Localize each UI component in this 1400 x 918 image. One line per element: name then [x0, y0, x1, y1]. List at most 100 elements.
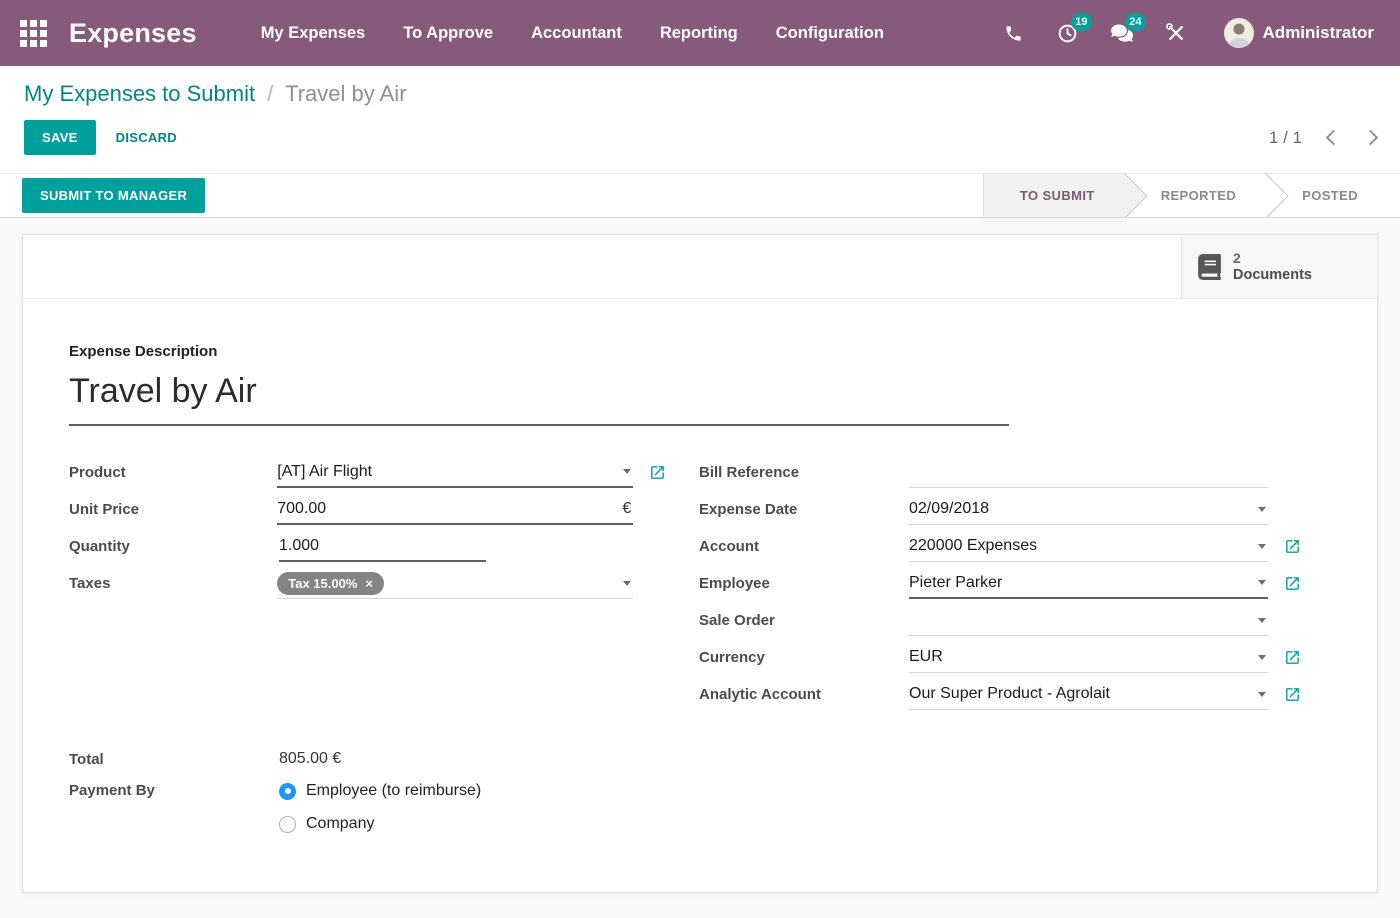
- sale-order-label: Sale Order: [699, 612, 909, 629]
- currency-input[interactable]: EUR: [909, 642, 1268, 673]
- main-content: 2 Documents Expense Description Travel b…: [0, 218, 1400, 893]
- analytic-account-label: Analytic Account: [699, 686, 909, 703]
- bill-reference-label: Bill Reference: [699, 464, 909, 481]
- chevron-down-icon[interactable]: [1258, 655, 1266, 660]
- field-product: Product [AT] Air Flight: [69, 454, 666, 491]
- payment-by-label: Payment By: [69, 775, 279, 799]
- main-nav: My Expenses To Approve Accountant Report…: [261, 24, 884, 43]
- apps-menu-icon[interactable]: [20, 20, 47, 47]
- unit-price-label: Unit Price: [69, 501, 277, 518]
- radio-option-company[interactable]: Company: [279, 808, 481, 840]
- totals-group: Total 805.00 € Payment By Employee (to r…: [69, 743, 1331, 840]
- currency-suffix: €: [622, 500, 631, 518]
- field-unit-price: Unit Price 700.00 €: [69, 491, 666, 528]
- nav-configuration[interactable]: Configuration: [776, 24, 884, 43]
- expense-description-label: Expense Description: [69, 343, 1331, 360]
- chevron-down-icon[interactable]: [1258, 692, 1266, 697]
- field-expense-date: Expense Date 02/09/2018: [699, 491, 1301, 528]
- product-external-link-icon[interactable]: [649, 464, 666, 481]
- breadcrumb-parent[interactable]: My Expenses to Submit: [24, 81, 255, 106]
- quantity-label: Quantity: [69, 538, 279, 555]
- activities-icon[interactable]: 19: [1056, 21, 1080, 45]
- form-body: Expense Description Travel by Air Produc…: [23, 299, 1377, 840]
- currency-label: Currency: [699, 649, 909, 666]
- documents-button[interactable]: 2 Documents: [1181, 235, 1377, 298]
- unit-price-input[interactable]: 700.00 €: [277, 494, 633, 525]
- nav-to-approve[interactable]: To Approve: [403, 24, 493, 43]
- save-button[interactable]: SAVE: [24, 120, 96, 155]
- avatar: [1224, 18, 1254, 48]
- cp-buttons-row: SAVE DISCARD 1 / 1: [24, 120, 1376, 173]
- status-step-to-submit[interactable]: TO SUBMIT: [983, 174, 1125, 218]
- messages-badge[interactable]: 24: [1125, 13, 1145, 31]
- app-header: Expenses My Expenses To Approve Accounta…: [0, 0, 1400, 66]
- control-panel: My Expenses to Submit / Travel by Air SA…: [0, 66, 1400, 173]
- phone-icon[interactable]: [1002, 21, 1026, 45]
- product-input[interactable]: [AT] Air Flight: [277, 457, 633, 488]
- payment-radio-group: Employee (to reimburse) Company: [279, 775, 481, 840]
- analytic-account-input[interactable]: Our Super Product - Agrolait: [909, 679, 1268, 710]
- pager: 1 / 1: [1269, 128, 1376, 148]
- app-title[interactable]: Expenses: [69, 18, 197, 49]
- currency-external-link-icon[interactable]: [1284, 649, 1301, 666]
- systray: 19 24 Administrator: [1002, 18, 1374, 48]
- product-label: Product: [69, 464, 277, 481]
- form-sheet: 2 Documents Expense Description Travel b…: [22, 234, 1378, 893]
- pager-previous-icon[interactable]: [1326, 130, 1342, 146]
- submit-to-manager-button[interactable]: SUBMIT TO MANAGER: [22, 178, 205, 213]
- field-sale-order: Sale Order: [699, 602, 1301, 639]
- field-total: Total 805.00 €: [69, 743, 1331, 775]
- field-taxes: Taxes Tax 15.00% ×: [69, 565, 666, 602]
- analytic-account-external-link-icon[interactable]: [1284, 686, 1301, 703]
- field-currency: Currency EUR: [699, 639, 1301, 676]
- pager-next-icon[interactable]: [1363, 130, 1379, 146]
- field-account: Account 220000 Expenses: [699, 528, 1301, 565]
- button-box: 2 Documents: [23, 235, 1377, 299]
- breadcrumb-separator: /: [267, 81, 273, 106]
- taxes-label: Taxes: [69, 575, 277, 592]
- sale-order-input[interactable]: [909, 605, 1268, 636]
- expense-date-input[interactable]: 02/09/2018: [909, 494, 1268, 525]
- field-payment-by: Payment By Employee (to reimburse) Compa…: [69, 775, 1331, 840]
- documents-label: Documents: [1233, 267, 1312, 284]
- messages-icon[interactable]: 24: [1110, 21, 1134, 45]
- tools-icon[interactable]: [1164, 21, 1188, 45]
- tax-tag: Tax 15.00% ×: [277, 572, 384, 595]
- chevron-down-icon[interactable]: [623, 581, 631, 586]
- field-analytic-account: Analytic Account Our Super Product - Agr…: [699, 676, 1301, 713]
- field-employee: Employee Pieter Parker: [699, 565, 1301, 602]
- radio-option-employee[interactable]: Employee (to reimburse): [279, 775, 481, 807]
- radio-unselected-icon[interactable]: [279, 816, 296, 833]
- employee-external-link-icon[interactable]: [1284, 575, 1301, 592]
- radio-selected-icon[interactable]: [279, 783, 296, 800]
- chevron-down-icon[interactable]: [623, 469, 631, 474]
- account-input[interactable]: 220000 Expenses: [909, 531, 1268, 562]
- form-right-column: Bill Reference Expense Date 02/09/2018: [699, 454, 1301, 713]
- taxes-input[interactable]: Tax 15.00% ×: [277, 568, 633, 599]
- quantity-input[interactable]: 1.000: [279, 531, 486, 562]
- total-value: 805.00 €: [279, 750, 341, 768]
- book-icon: [1198, 254, 1221, 280]
- nav-reporting[interactable]: Reporting: [660, 24, 738, 43]
- field-quantity: Quantity 1.000: [69, 528, 666, 565]
- account-external-link-icon[interactable]: [1284, 538, 1301, 555]
- chevron-down-icon[interactable]: [1258, 544, 1266, 549]
- expense-date-label: Expense Date: [699, 501, 909, 518]
- field-bill-reference: Bill Reference: [699, 454, 1301, 491]
- bill-reference-input[interactable]: [909, 457, 1268, 488]
- status-steps: TO SUBMIT REPORTED POSTED: [983, 174, 1400, 218]
- total-label: Total: [69, 751, 279, 768]
- chevron-down-icon[interactable]: [1258, 618, 1266, 623]
- expense-description-input[interactable]: Travel by Air: [69, 368, 1009, 426]
- activities-badge[interactable]: 19: [1071, 13, 1091, 31]
- discard-button[interactable]: DISCARD: [116, 130, 177, 145]
- user-menu[interactable]: Administrator: [1224, 18, 1374, 48]
- employee-label: Employee: [699, 575, 909, 592]
- chevron-down-icon[interactable]: [1258, 580, 1266, 585]
- employee-input[interactable]: Pieter Parker: [909, 568, 1268, 599]
- tax-tag-remove-icon[interactable]: ×: [365, 576, 373, 591]
- chevron-down-icon[interactable]: [1258, 507, 1266, 512]
- nav-my-expenses[interactable]: My Expenses: [261, 24, 366, 43]
- nav-accountant[interactable]: Accountant: [531, 24, 622, 43]
- pager-value: 1 / 1: [1269, 128, 1302, 148]
